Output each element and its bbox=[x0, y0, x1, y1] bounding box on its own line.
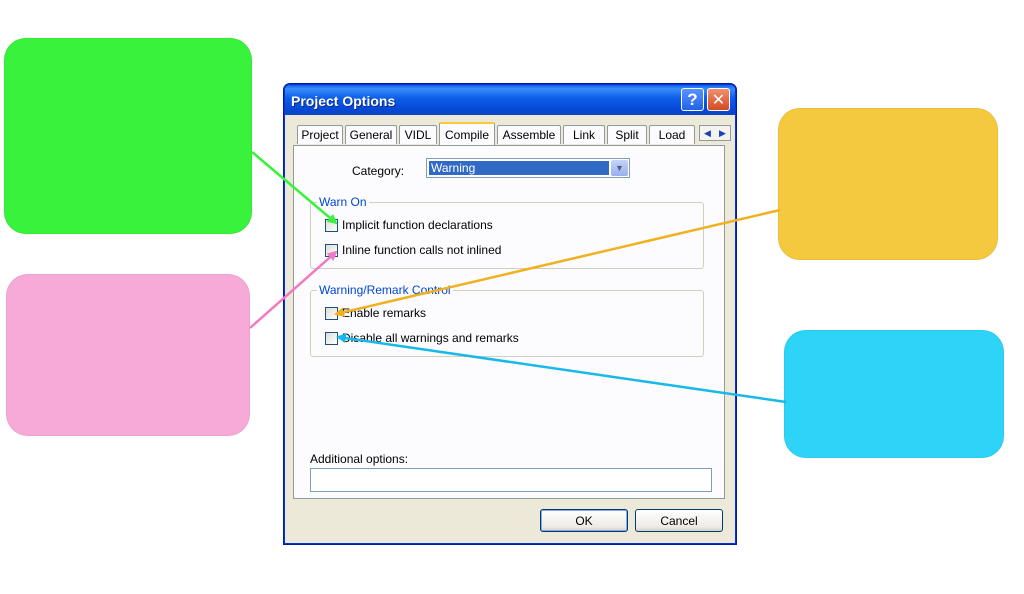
inline-calls-not-inlined-checkbox[interactable] bbox=[325, 243, 338, 257]
callout-box-green bbox=[4, 38, 252, 234]
tab-vidl[interactable]: VIDL bbox=[399, 125, 437, 144]
inline-calls-not-inlined-checkbox-row[interactable]: Inline function calls not inlined bbox=[325, 243, 501, 257]
implicit-function-declarations-checkbox-row[interactable]: Implicit function declarations bbox=[325, 218, 493, 232]
disable-all-warnings-checkbox-row[interactable]: Disable all warnings and remarks bbox=[325, 331, 519, 345]
category-label: Category: bbox=[352, 164, 405, 178]
dialog-title: Project Options bbox=[291, 93, 396, 109]
warn-on-legend: Warn On bbox=[317, 195, 369, 209]
category-select-value: Warning bbox=[429, 161, 609, 175]
chevron-down-icon[interactable]: ▼ bbox=[611, 160, 628, 176]
tab-link[interactable]: Link bbox=[563, 125, 605, 144]
category-select[interactable]: Warning ▼ bbox=[426, 158, 630, 178]
disable-all-warnings-label: Disable all warnings and remarks bbox=[342, 331, 519, 345]
warning-remark-control-legend: Warning/Remark Control bbox=[317, 283, 453, 297]
scroll-right-icon[interactable]: ▶ bbox=[719, 128, 726, 139]
callout-box-pink bbox=[6, 274, 250, 436]
tab-assemble[interactable]: Assemble bbox=[497, 125, 561, 144]
ok-button[interactable]: OK bbox=[540, 509, 628, 532]
tab-general[interactable]: General bbox=[345, 125, 397, 144]
additional-options-input[interactable] bbox=[310, 468, 712, 492]
callout-box-cyan bbox=[784, 330, 1004, 458]
compile-tab-panel: Category: Warning ▼ Warn On Implicit fun… bbox=[293, 145, 725, 499]
tab-split[interactable]: Split bbox=[607, 125, 647, 144]
enable-remarks-checkbox[interactable] bbox=[325, 306, 338, 320]
project-options-dialog: Project Options ? ✕ Project General VIDL… bbox=[284, 84, 736, 544]
close-button[interactable]: ✕ bbox=[707, 88, 730, 111]
implicit-function-declarations-label: Implicit function declarations bbox=[342, 218, 493, 232]
additional-options-label: Additional options: bbox=[310, 452, 409, 466]
tab-load[interactable]: Load bbox=[649, 125, 695, 144]
scroll-left-icon[interactable]: ◀ bbox=[704, 128, 711, 139]
close-x-icon: ✕ bbox=[711, 91, 726, 109]
implicit-function-declarations-checkbox[interactable] bbox=[325, 218, 338, 232]
warn-on-group: Warn On Implicit function declarations I… bbox=[310, 195, 704, 269]
title-bar[interactable]: Project Options ? ✕ bbox=[285, 85, 735, 115]
tab-strip: Project General VIDL Compile Assemble Li… bbox=[295, 122, 731, 145]
enable-remarks-label: Enable remarks bbox=[342, 306, 427, 320]
tab-compile[interactable]: Compile bbox=[439, 122, 495, 145]
help-button[interactable]: ? bbox=[681, 88, 704, 111]
inline-calls-not-inlined-label: Inline function calls not inlined bbox=[342, 243, 502, 257]
cancel-button[interactable]: Cancel bbox=[635, 509, 723, 532]
disable-all-warnings-checkbox[interactable] bbox=[325, 331, 338, 345]
warning-remark-control-group: Warning/Remark Control Enable remarks Di… bbox=[310, 283, 704, 357]
tab-scroll-buttons[interactable]: ◀ ▶ bbox=[699, 125, 731, 141]
question-mark-icon: ? bbox=[687, 89, 698, 109]
tab-project[interactable]: Project bbox=[297, 125, 343, 144]
callout-box-yellow bbox=[778, 108, 998, 260]
enable-remarks-checkbox-row[interactable]: Enable remarks bbox=[325, 306, 426, 320]
